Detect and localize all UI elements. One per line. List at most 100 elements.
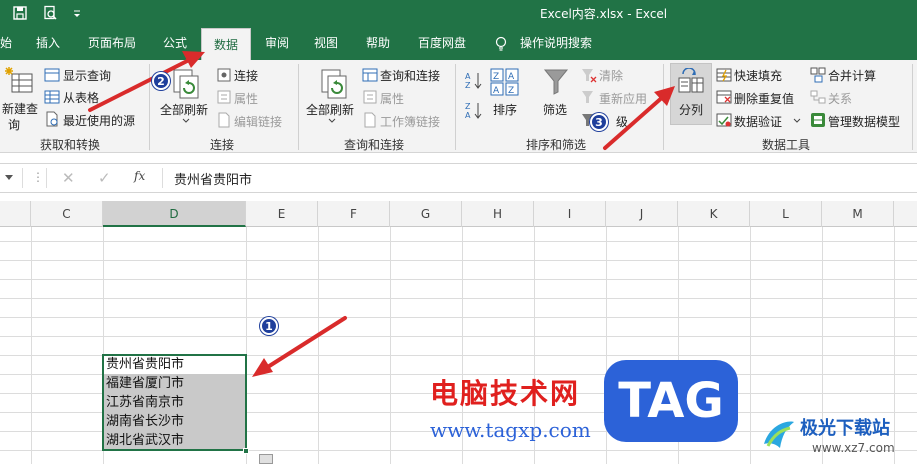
chevron-down-icon[interactable]	[793, 118, 801, 124]
selection-border	[102, 354, 247, 451]
refresh-all-icon[interactable]	[318, 68, 350, 100]
col-line	[318, 227, 319, 464]
clear-filter-button[interactable]: 清除	[599, 67, 623, 84]
data-validation-icon	[716, 113, 732, 127]
customize-quick-access-icon[interactable]	[72, 5, 82, 21]
flash-fill-icon	[716, 68, 732, 82]
query-properties-button[interactable]: 属性	[380, 90, 404, 107]
filter-button[interactable]: 筛选	[543, 101, 567, 118]
recent-sources-button[interactable]: 最近使用的源	[63, 112, 135, 129]
tab-page-layout[interactable]: 页面布局	[88, 27, 136, 60]
tab-view[interactable]: 视图	[314, 27, 338, 60]
clear-filter-icon	[582, 69, 597, 83]
tab-help[interactable]: 帮助	[366, 27, 390, 60]
properties-icon	[363, 90, 377, 104]
ribbon-divider	[298, 64, 299, 150]
svg-text:A: A	[465, 111, 471, 120]
insert-function-icon[interactable]: fx	[134, 169, 145, 183]
tab-data[interactable]: 数据	[201, 28, 251, 61]
refresh-all-queries-button[interactable]: 全部刷新	[306, 101, 354, 118]
remove-duplicates-button[interactable]: 删除重复值	[734, 90, 794, 107]
edit-links-button[interactable]: 编辑链接	[234, 113, 282, 130]
relationships-button[interactable]: 关系	[828, 90, 852, 107]
watermark-tag-logo: TAG	[604, 360, 738, 442]
column-header-g[interactable]: G	[390, 201, 462, 227]
text-to-columns-icon[interactable]	[677, 68, 705, 94]
sort-icon[interactable]: Z AA Z	[490, 68, 520, 96]
queries-connections-button[interactable]: 查询和连接	[380, 67, 440, 84]
col-line	[750, 227, 751, 464]
svg-text:A: A	[465, 72, 471, 81]
column-header-h[interactable]: H	[462, 201, 534, 227]
properties-button[interactable]: 属性	[234, 90, 258, 107]
text-to-columns-button[interactable]: 分列	[679, 101, 703, 118]
group-data-tools: 数据工具	[762, 138, 811, 152]
column-header-m[interactable]: M	[822, 201, 894, 227]
flash-fill-button[interactable]: 快速填充	[734, 67, 782, 84]
refresh-all-button[interactable]: 全部刷新	[160, 101, 208, 118]
title-bar: Excel内容.xlsx - Excel	[0, 0, 917, 27]
watermark-brand: 电脑技术网	[430, 377, 581, 410]
column-header-j[interactable]: J	[606, 201, 678, 227]
quick-analysis-icon[interactable]	[259, 454, 273, 464]
manage-data-model-button[interactable]: 管理数据模型	[828, 113, 900, 130]
new-query-button-line2[interactable]: 询	[8, 116, 20, 133]
group-connections: 连接	[210, 138, 235, 152]
row-line	[0, 298, 917, 299]
properties-icon	[217, 90, 231, 104]
column-header-d[interactable]: D	[103, 201, 246, 227]
step-badge-1: 1	[260, 317, 278, 335]
row-line	[0, 279, 917, 280]
enter-check-icon[interactable]: ✓	[98, 169, 111, 187]
save-icon[interactable]	[12, 5, 28, 21]
data-validation-button[interactable]: 数据验证	[734, 113, 782, 130]
new-query-icon[interactable]	[4, 66, 36, 98]
tab-formulas[interactable]: 公式	[163, 27, 187, 60]
sort-descending-icon[interactable]: ZA	[464, 100, 484, 120]
row-line	[0, 317, 917, 318]
consolidate-button[interactable]: 合并计算	[828, 67, 876, 84]
row-line	[0, 241, 917, 242]
column-header-e[interactable]: E	[246, 201, 318, 227]
column-header-f[interactable]: F	[318, 201, 390, 227]
filter-icon[interactable]	[543, 68, 569, 96]
print-preview-icon[interactable]	[42, 5, 58, 21]
column-header-i[interactable]: I	[534, 201, 606, 227]
data-model-icon	[811, 113, 825, 127]
svg-text:A: A	[508, 72, 515, 82]
select-all-corner[interactable]	[0, 201, 31, 227]
watermark-url: www.tagxp.com	[430, 418, 591, 442]
col-line	[894, 227, 895, 464]
tab-insert[interactable]: 插入	[36, 27, 60, 60]
show-queries-button[interactable]: 显示查询	[63, 67, 111, 84]
chevron-down-icon[interactable]	[328, 118, 336, 124]
ribbon-tabs: 始 插入 页面布局 公式 审阅 视图 帮助 百度网盘 操作说明搜索	[0, 27, 917, 60]
tab-start[interactable]: 始	[0, 27, 12, 60]
name-box-dropdown-icon[interactable]	[4, 174, 14, 182]
new-query-button[interactable]: 新建查	[2, 100, 38, 117]
lightbulb-icon	[495, 36, 507, 51]
tab-review[interactable]: 审阅	[265, 27, 289, 60]
workbook-links-icon	[364, 112, 376, 128]
workbook-links-button[interactable]: 工作簿链接	[380, 113, 440, 130]
sort-button[interactable]: 排序	[493, 101, 517, 118]
connections-button[interactable]: 连接	[234, 67, 258, 84]
column-header-l[interactable]: L	[750, 201, 822, 227]
from-table-button[interactable]: 从表格	[63, 89, 99, 106]
fill-handle[interactable]	[243, 448, 249, 454]
reapply-button[interactable]: 重新应用	[599, 90, 647, 107]
advanced-filter-button[interactable]: 级	[616, 113, 628, 130]
svg-text:Z: Z	[508, 86, 514, 96]
chevron-down-icon[interactable]	[182, 118, 190, 124]
refresh-all-icon[interactable]	[170, 68, 202, 100]
queries-connections-icon	[362, 68, 378, 82]
cancel-icon[interactable]: ✕	[62, 169, 75, 187]
tell-me-search[interactable]: 操作说明搜索	[520, 27, 592, 60]
divider	[162, 168, 163, 188]
column-header-c[interactable]: C	[31, 201, 103, 227]
tab-baidu-pan[interactable]: 百度网盘	[418, 27, 466, 60]
column-header-k[interactable]: K	[678, 201, 750, 227]
formula-input[interactable]: 贵州省贵阳市	[174, 169, 252, 188]
sort-ascending-icon[interactable]: AZ	[464, 70, 484, 90]
show-queries-icon	[44, 68, 60, 82]
